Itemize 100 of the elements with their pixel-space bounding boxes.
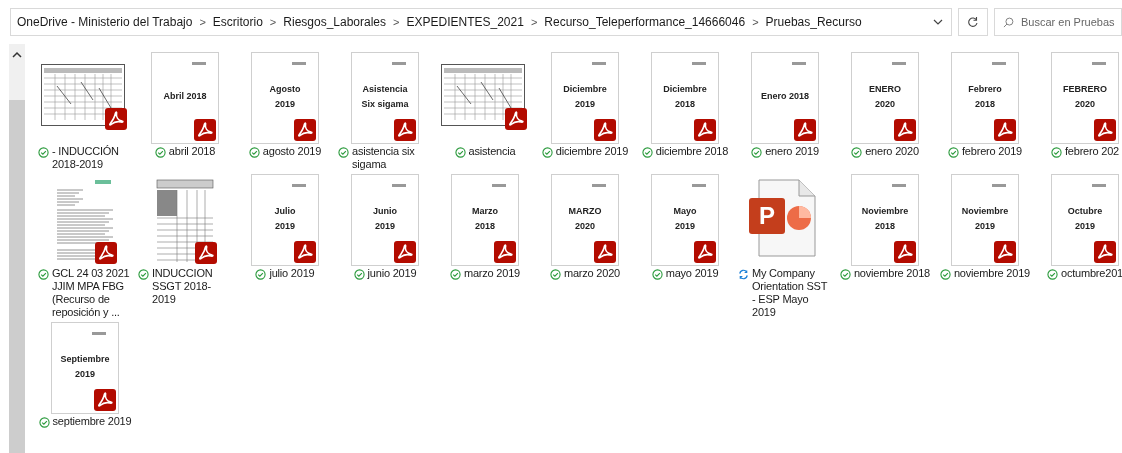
- logo-mark-icon: [92, 332, 106, 335]
- breadcrumb[interactable]: OneDrive - Ministerio del Trabajo: [17, 13, 193, 31]
- pdf-icon: [194, 119, 216, 141]
- file-name: enero 2020: [865, 145, 919, 158]
- file-item[interactable]: MARZO 2020 marzo 2020: [535, 174, 635, 319]
- file-item[interactable]: Noviembre 2019 noviembre 2019: [935, 174, 1035, 319]
- address-bar[interactable]: OneDrive - Ministerio del Trabajo > Escritorio > Riesgos_Laborales > EXPEDIENTES_2021 > Recurso_Teleperformance_14666046 > Pruebas_Recurso: [10, 8, 952, 36]
- page-title: Diciembre: [563, 83, 607, 94]
- file-name: INDUCCION SSGT 2018-2019: [152, 267, 214, 306]
- breadcrumb[interactable]: Recurso_Teleperformance_14666046: [544, 13, 746, 31]
- page-title: Diciembre: [663, 83, 707, 94]
- file-item[interactable]: Marzo 2018 marzo 2019: [435, 174, 535, 319]
- file-item[interactable]: Diciembre 2018 diciembre 2018: [635, 52, 735, 171]
- file-item[interactable]: ENERO 2020 enero 2020: [835, 52, 935, 171]
- file-item[interactable]: Noviembre 2018 noviembre 2018: [835, 174, 935, 319]
- page-title: 2019: [274, 220, 295, 231]
- file-name: octumbre201: [1061, 267, 1122, 280]
- search-icon: [1003, 17, 1014, 28]
- breadcrumb[interactable]: EXPEDIENTES_2021: [406, 13, 524, 31]
- file-name: marzo 2020: [563, 267, 621, 280]
- refresh-icon[interactable]: [967, 16, 979, 28]
- page-title: 2019: [375, 220, 395, 231]
- logo-mark-icon: [392, 62, 406, 65]
- logo-mark-icon: [1092, 184, 1106, 187]
- logo-mark-icon: [1092, 62, 1106, 65]
- file-item[interactable]: Febrero 2018 febrero 2019: [935, 52, 1035, 171]
- file-item[interactable]: - INDUCCIÓN 2018-2019: [35, 52, 135, 171]
- file-item[interactable]: Abril 2018 abril 2018: [135, 52, 235, 171]
- scrollbar-thumb[interactable]: [9, 100, 25, 453]
- file-name: marzo 2019: [463, 267, 521, 280]
- breadcrumb-separator: >: [199, 14, 206, 30]
- logo-mark-icon: [792, 62, 806, 65]
- page-title: 2018: [474, 220, 495, 231]
- file-item[interactable]: asistencia: [435, 52, 535, 171]
- pdf-icon: [694, 119, 716, 141]
- pdf-icon: [994, 241, 1016, 263]
- page-title: 2019: [275, 98, 295, 109]
- file-item[interactable]: Enero 2018 enero 2019: [735, 52, 835, 171]
- file-item[interactable]: FEBRERO 2020 febrero 202: [1035, 52, 1122, 171]
- pdf-icon: [894, 241, 916, 263]
- dropdown-chevron-icon[interactable]: [933, 19, 943, 25]
- file-name: diciembre 2018: [655, 145, 729, 158]
- pdf-icon: [594, 119, 616, 141]
- pdf-icon: [1094, 119, 1116, 141]
- pdf-icon: [505, 108, 527, 130]
- page-title: 2018: [974, 98, 995, 109]
- page-title: 2019: [1074, 220, 1095, 231]
- file-item[interactable]: Asistencia Six sigama asistencia six sigama: [335, 52, 435, 171]
- page-title: 2019: [674, 220, 695, 231]
- file-name: agosto 2019: [262, 145, 322, 158]
- file-item[interactable]: Octubre 2019 octumbre201: [1035, 174, 1122, 319]
- breadcrumb-separator: >: [752, 14, 759, 30]
- file-item[interactable]: P My Company Orientation SST - ESP Mayo 2019: [735, 174, 835, 319]
- page-title: Asistencia: [362, 83, 408, 94]
- pdf-icon: [794, 119, 816, 141]
- file-name: noviembre 2019: [953, 267, 1031, 280]
- page-title: Febrero: [968, 83, 1002, 94]
- pdf-icon: [95, 242, 117, 264]
- file-name: asistencia: [468, 145, 516, 158]
- file-name: septiembre 2019: [52, 415, 132, 428]
- pdf-icon: [195, 242, 217, 264]
- file-item[interactable]: Diciembre 2019 diciembre 2019: [535, 52, 635, 171]
- file-name: diciembre 2019: [555, 145, 629, 158]
- pdf-icon: [494, 241, 516, 263]
- logo-mark-icon: [592, 62, 606, 65]
- file-item[interactable]: Julio 2019 julio 2019: [235, 174, 335, 319]
- breadcrumb[interactable]: Pruebas_Recurso: [765, 13, 862, 31]
- page-title: Junio: [373, 205, 397, 216]
- logo-mark-icon: [492, 184, 506, 187]
- page-title: 2019: [575, 98, 595, 109]
- file-name: febrero 2019: [962, 145, 1022, 158]
- logo-mark-icon: [392, 184, 406, 187]
- pdf-icon: [294, 119, 316, 141]
- breadcrumb[interactable]: Riesgos_Laborales: [283, 13, 387, 31]
- file-name: abril 2018: [168, 145, 216, 158]
- file-item[interactable]: Mayo 2019 mayo 2019: [635, 174, 735, 319]
- pdf-icon: [1094, 241, 1116, 263]
- file-item[interactable]: Septiembre 2019 septiembre 2019: [35, 322, 135, 428]
- page-title: 2019: [975, 220, 995, 231]
- file-item[interactable]: INDUCCION SSGT 2018-2019: [135, 174, 235, 319]
- search-field[interactable]: Buscar en Pruebas: [994, 8, 1122, 36]
- file-name: enero 2019: [765, 145, 819, 158]
- file-name: julio 2019: [269, 267, 315, 280]
- file-item[interactable]: Junio 2019 junio 2019: [335, 174, 435, 319]
- logo-mark-icon: [992, 62, 1006, 65]
- file-name: noviembre 2018: [853, 267, 931, 280]
- page-title: Noviembre: [861, 205, 909, 216]
- file-item[interactable]: Agosto 2019 agosto 2019: [235, 52, 335, 171]
- page-title: Octubre: [1067, 205, 1103, 216]
- file-name: febrero 202: [1064, 145, 1120, 158]
- file-item[interactable]: GCL 24 03 2021 JJIM MPA FBG (Recurso de reposición y ...: [35, 174, 135, 319]
- page-title: Septiembre: [60, 353, 110, 364]
- logo-mark-icon: [292, 62, 306, 65]
- pdf-icon: [294, 241, 316, 263]
- page-title: Noviembre: [961, 205, 1009, 216]
- file-name: asistencia six sigama: [352, 145, 416, 171]
- breadcrumb[interactable]: Escritorio: [212, 13, 263, 31]
- page-title: Mayo: [673, 205, 697, 216]
- logo-mark-icon: [192, 62, 206, 65]
- breadcrumb-separator: >: [530, 14, 538, 30]
